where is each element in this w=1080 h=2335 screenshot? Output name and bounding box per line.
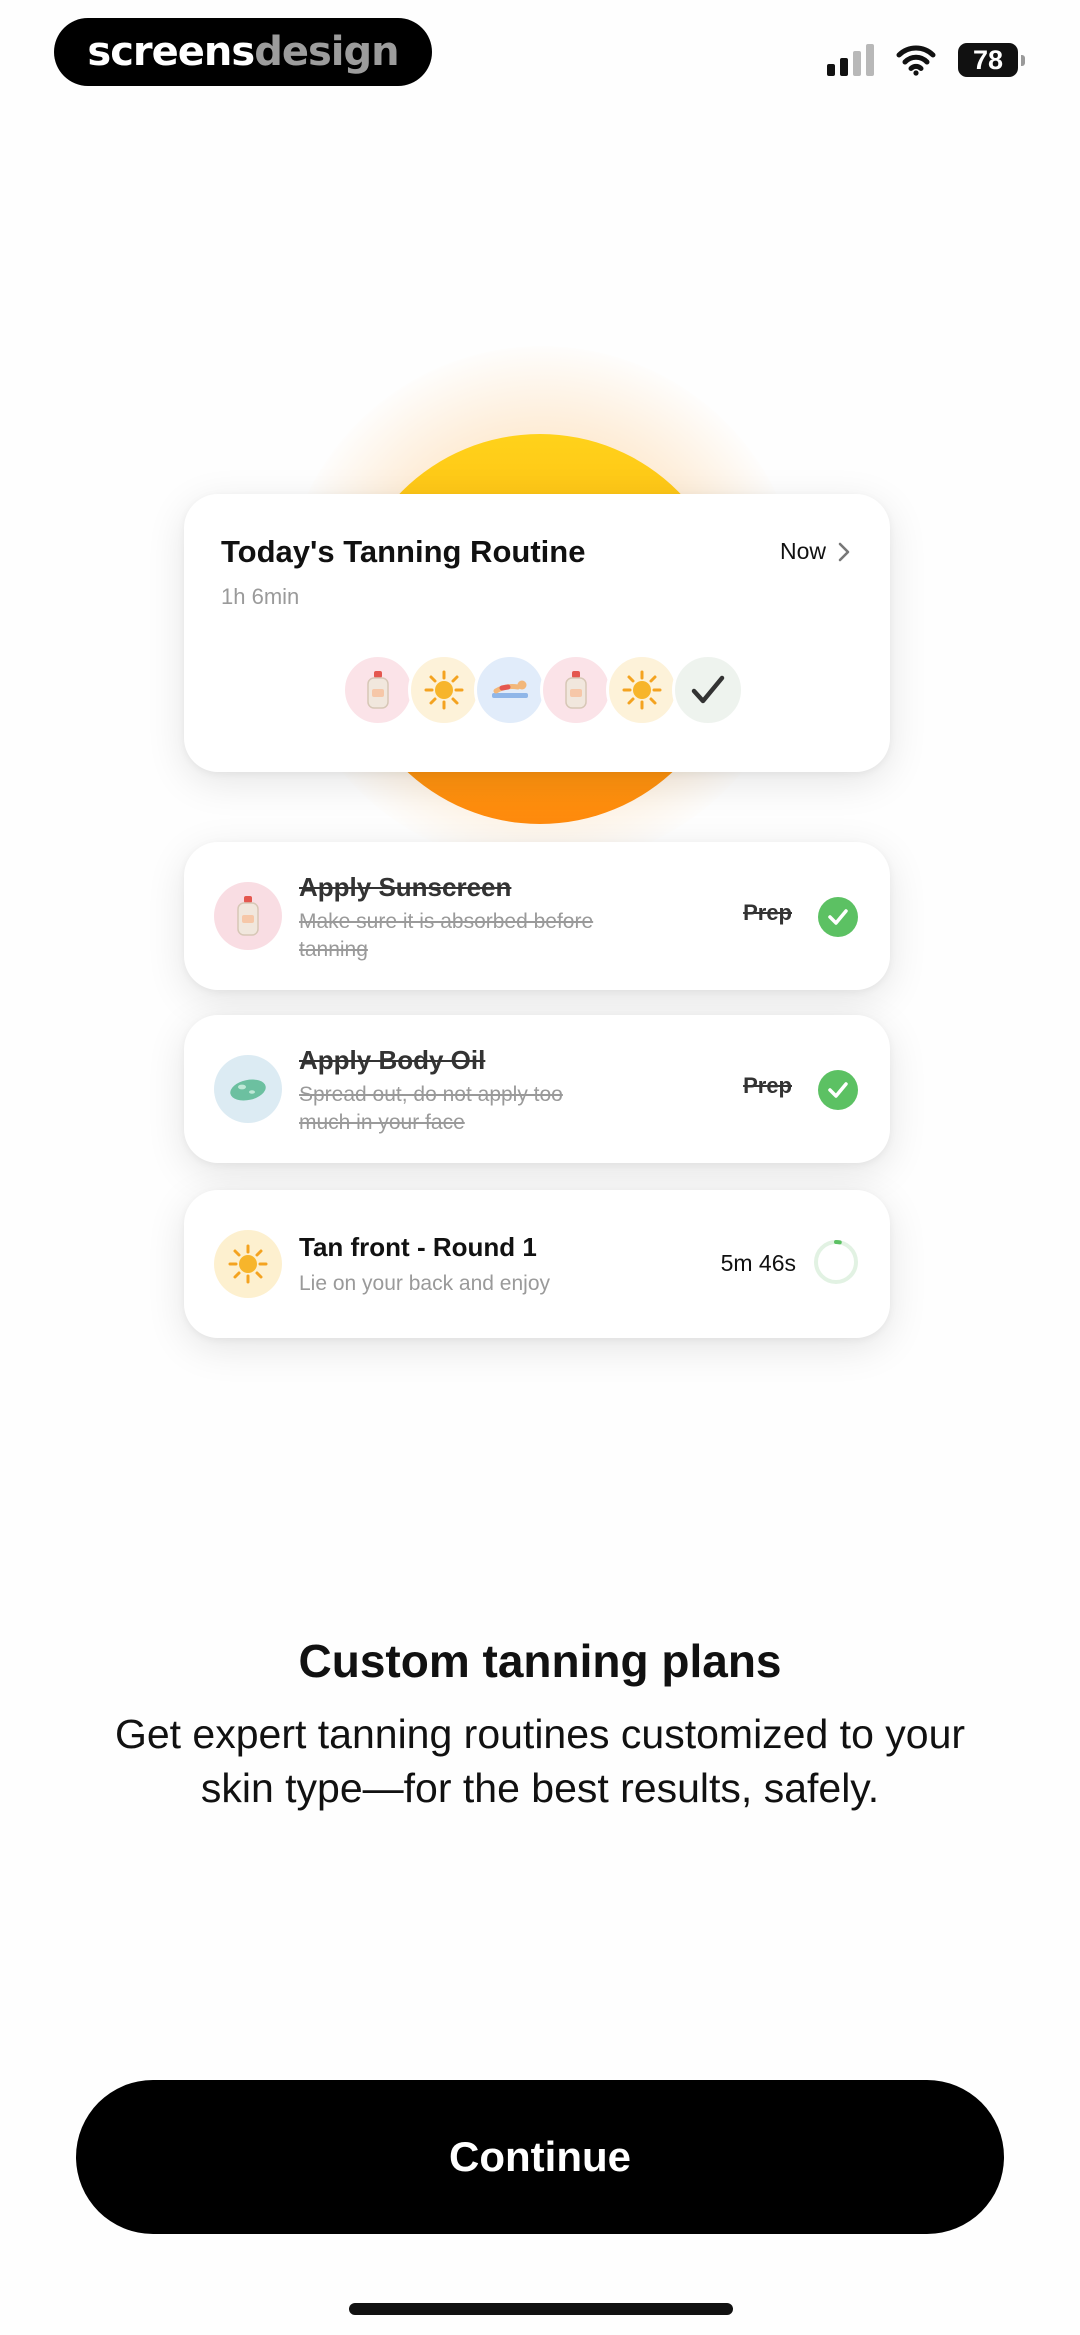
check-circle-icon (818, 897, 858, 937)
status-bar-indicators: 78 (827, 40, 1025, 80)
continue-button[interactable]: Continue (76, 2080, 1004, 2234)
chevron-right-icon (838, 542, 850, 561)
checkmark-icon (672, 654, 744, 726)
task-description: Make sure it is absorbed before tanning (299, 910, 594, 961)
sunscreen-bottle-icon (342, 654, 414, 726)
task-card-apply-sunscreen[interactable]: Apply Sunscreen Make sure it is absorbed… (184, 842, 890, 990)
onboarding-subtitle: Get expert tanning routines customized t… (114, 1711, 966, 1811)
sun-icon (214, 1230, 282, 1298)
battery-icon: 78 (958, 43, 1025, 77)
onboarding-title: Custom tanning plans (298, 1635, 782, 1687)
home-indicator (349, 2303, 733, 2315)
check-circle-icon (818, 1070, 858, 1110)
progress-ring-icon (814, 1240, 858, 1284)
sunbathing-person-icon (474, 654, 546, 726)
task-description: Lie on your back and enjoy (299, 1272, 551, 1295)
sun-icon (408, 654, 480, 726)
routine-duration: 1h 6min (221, 584, 300, 609)
sunscreen-bottle-icon (214, 882, 282, 950)
brand-logo-part2: design (254, 29, 399, 75)
task-description: Spread out, do not apply too much in you… (299, 1083, 563, 1134)
cellular-signal-icon (827, 44, 874, 76)
brand-logo-part1: screens (87, 29, 255, 75)
body-oil-icon (214, 1055, 282, 1123)
wifi-icon (896, 45, 936, 76)
task-title: Apply Sunscreen (299, 872, 512, 902)
routine-steps (342, 654, 744, 726)
task-tag: Prep (743, 900, 792, 925)
brand-logo: screens design (54, 18, 432, 86)
routine-now-label: Now (779, 538, 826, 564)
routine-card[interactable]: Today's Tanning Routine 1h 6min Now (184, 494, 890, 772)
routine-now-link[interactable]: Now (780, 538, 850, 565)
sunscreen-bottle-icon (540, 654, 612, 726)
task-card-apply-body-oil[interactable]: Apply Body Oil Spread out, do not apply … (184, 1015, 890, 1163)
battery-level: 78 (972, 44, 1004, 75)
task-card-tan-front[interactable]: Tan front - Round 1 Lie on your back and… (184, 1190, 890, 1338)
task-title: Apply Body Oil (299, 1045, 486, 1075)
sun-icon (606, 654, 678, 726)
task-title: Tan front - Round 1 (299, 1232, 537, 1262)
task-tag: Prep (743, 1073, 792, 1098)
routine-title: Today's Tanning Routine (221, 534, 586, 569)
task-timer: 5m 46s (720, 1250, 796, 1276)
